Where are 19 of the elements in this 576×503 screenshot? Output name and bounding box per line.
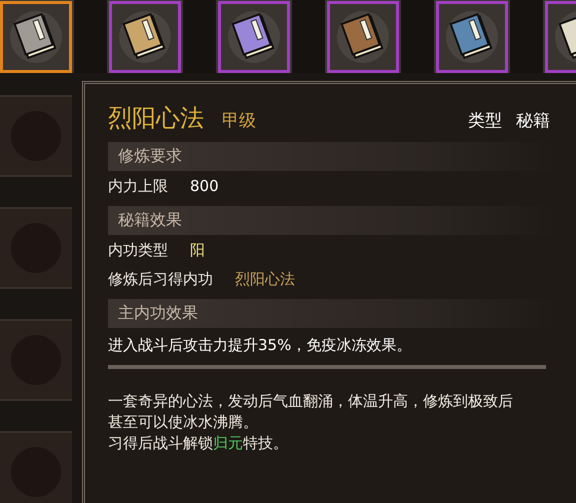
row-value: 阳 (190, 241, 205, 260)
row-value: 800 (190, 177, 219, 196)
type-value: 秘籍 (516, 110, 550, 132)
description-text: 一套奇异的心法，发动后气血翻涌，体温升高，修炼到极致后甚至可以使冰水沸腾。 (108, 391, 514, 433)
item-slot[interactable] (109, 1, 181, 73)
item-slot[interactable] (327, 1, 399, 73)
effect-text: 进入战斗后攻击力提升35%，免疫冰冻效果。 (108, 336, 412, 355)
item-slot[interactable] (436, 1, 508, 73)
type-label: 类型 (468, 110, 502, 132)
empty-slot (0, 431, 72, 503)
description-text: 习得后战斗解锁归元特技。 (108, 433, 289, 454)
row-value: 烈阳心法 (235, 270, 295, 289)
item-slot[interactable] (218, 1, 290, 73)
item-title: 烈阳心法 (108, 103, 204, 134)
item-grade: 甲级 (222, 110, 256, 132)
row-label: 内功类型 (108, 241, 168, 260)
row-label: 修炼后习得内功 (108, 270, 213, 289)
row-label: 内力上限 (108, 177, 168, 196)
item-slot[interactable] (0, 1, 72, 73)
